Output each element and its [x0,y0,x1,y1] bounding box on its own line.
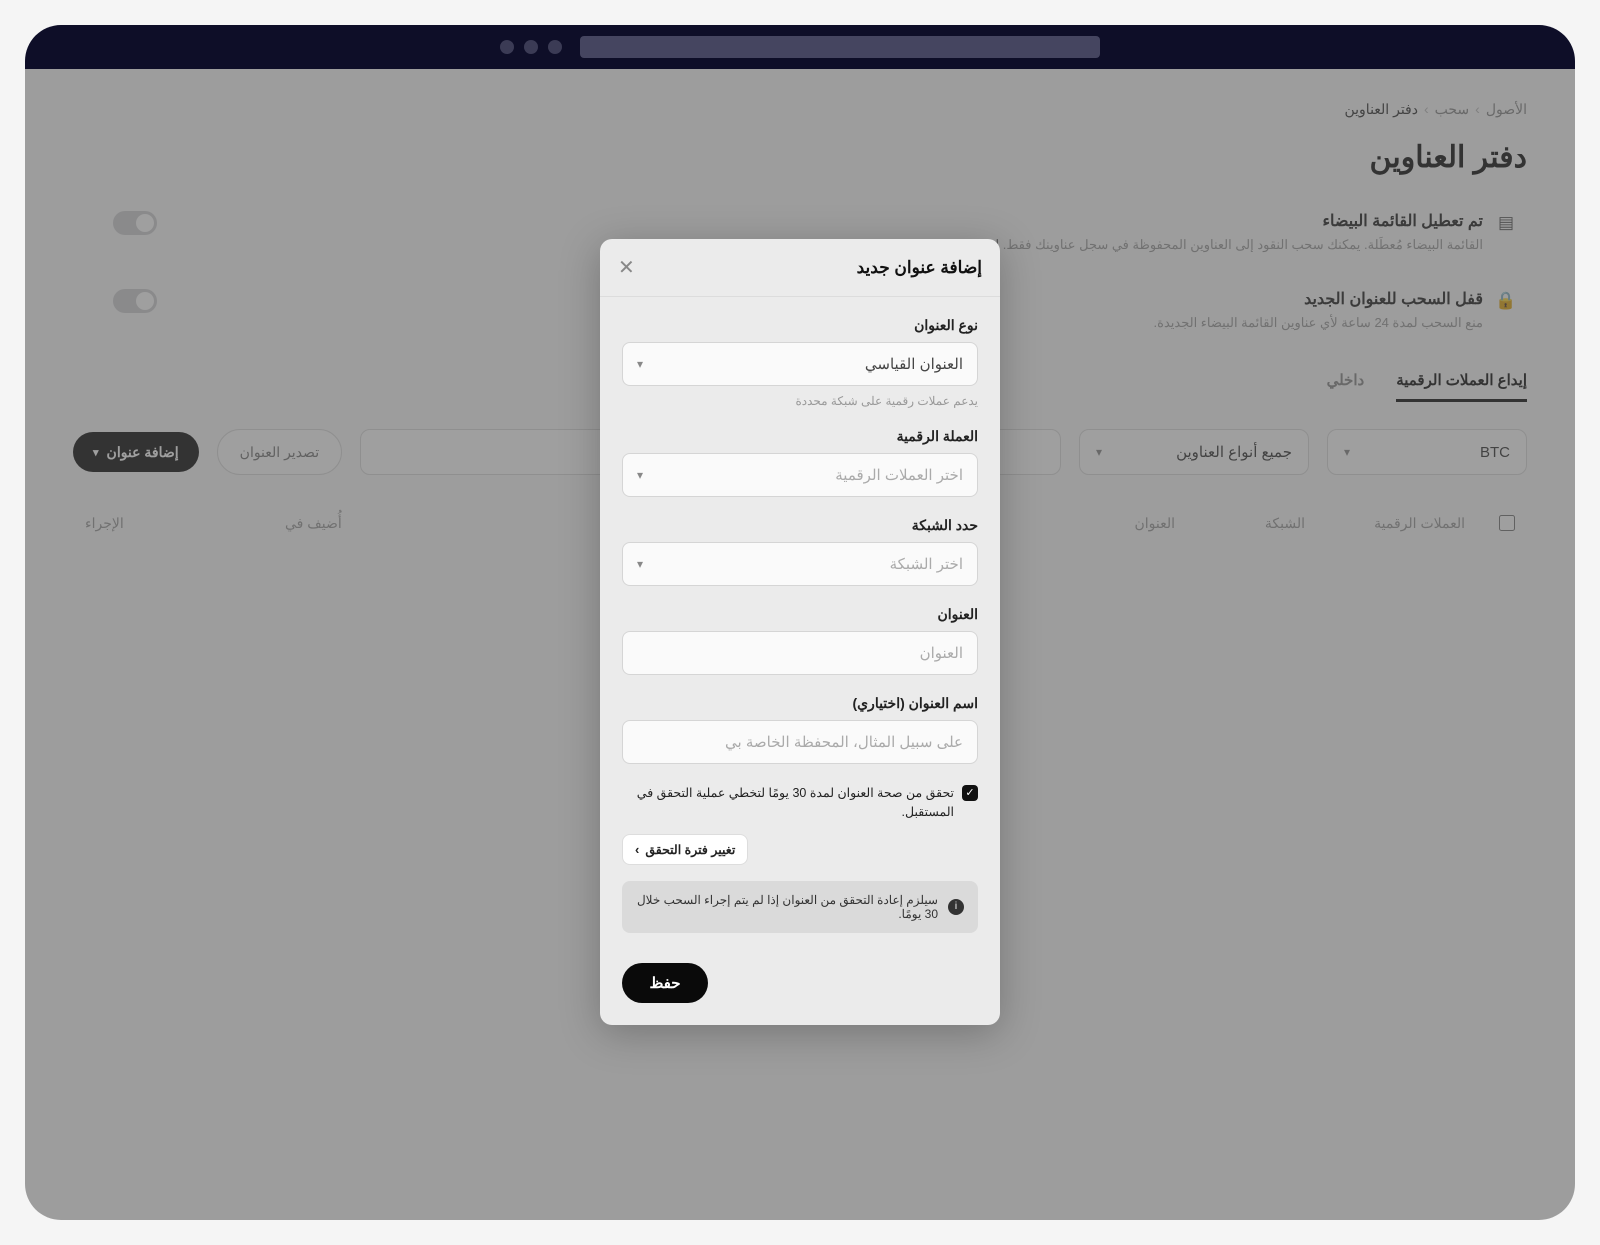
field-hint: يدعم عملات رقمية على شبكة محددة [622,394,978,408]
select-placeholder: اختر العملات الرقمية [835,466,963,484]
field-address-type: نوع العنوان العنوان القياسي ▾ يدعم عملات… [622,317,978,408]
modal-title: إضافة عنوان جديد [857,258,982,278]
field-label: العملة الرقمية [622,428,978,445]
change-period-button[interactable]: تغيير فترة التحقق › [622,834,748,865]
chevron-down-icon: ▾ [637,468,643,482]
address-type-select[interactable]: العنوان القياسي ▾ [622,342,978,386]
address-input[interactable] [622,631,978,675]
info-icon: i [948,899,964,915]
device-frame: الأصول › سحب › دفتر العناوين دفتر العناو… [25,25,1575,1220]
field-label: حدد الشبكة [622,517,978,534]
checkbox-checked[interactable]: ✓ [962,785,978,801]
address-name-input[interactable] [622,720,978,764]
field-address-name: اسم العنوان (اختياري) [622,695,978,764]
chevron-down-icon: ▾ [637,557,643,571]
window-dot[interactable] [500,40,514,54]
select-placeholder: اختر الشبكة [890,555,963,573]
close-icon[interactable]: ✕ [618,255,635,280]
field-label: نوع العنوان [622,317,978,334]
verify-checkbox-row[interactable]: ✓ تحقق من صحة العنوان لمدة 30 يومًا لتخط… [622,784,978,822]
field-label: اسم العنوان (اختياري) [622,695,978,712]
window-dot[interactable] [548,40,562,54]
info-text: سيلزم إعادة التحقق من العنوان إذا لم يتم… [636,893,938,921]
modal-footer: حفظ [600,951,1000,1025]
network-select[interactable]: اختر الشبكة ▾ [622,542,978,586]
field-label: العنوان [622,606,978,623]
coin-select-modal[interactable]: اختر العملات الرقمية ▾ [622,453,978,497]
field-address: العنوان [622,606,978,675]
window-dots [500,40,562,54]
add-address-modal: إضافة عنوان جديد ✕ نوع العنوان العنوان ا… [600,239,1000,1025]
browser-chrome [25,25,1575,69]
modal-overlay[interactable]: إضافة عنوان جديد ✕ نوع العنوان العنوان ا… [25,69,1575,1220]
chevron-left-icon: › [635,842,639,857]
field-network: حدد الشبكة اختر الشبكة ▾ [622,517,978,586]
modal-body: نوع العنوان العنوان القياسي ▾ يدعم عملات… [600,297,1000,951]
chevron-down-icon: ▾ [637,357,643,371]
window-dot[interactable] [524,40,538,54]
select-value: العنوان القياسي [865,355,963,373]
url-bar[interactable] [580,36,1100,58]
field-coin: العملة الرقمية اختر العملات الرقمية ▾ [622,428,978,497]
info-banner: i سيلزم إعادة التحقق من العنوان إذا لم ي… [622,881,978,933]
change-period-wrap: تغيير فترة التحقق › [622,834,978,881]
modal-header: إضافة عنوان جديد ✕ [600,239,1000,297]
save-button[interactable]: حفظ [622,963,708,1003]
checkbox-label: تحقق من صحة العنوان لمدة 30 يومًا لتخطي … [622,784,954,822]
